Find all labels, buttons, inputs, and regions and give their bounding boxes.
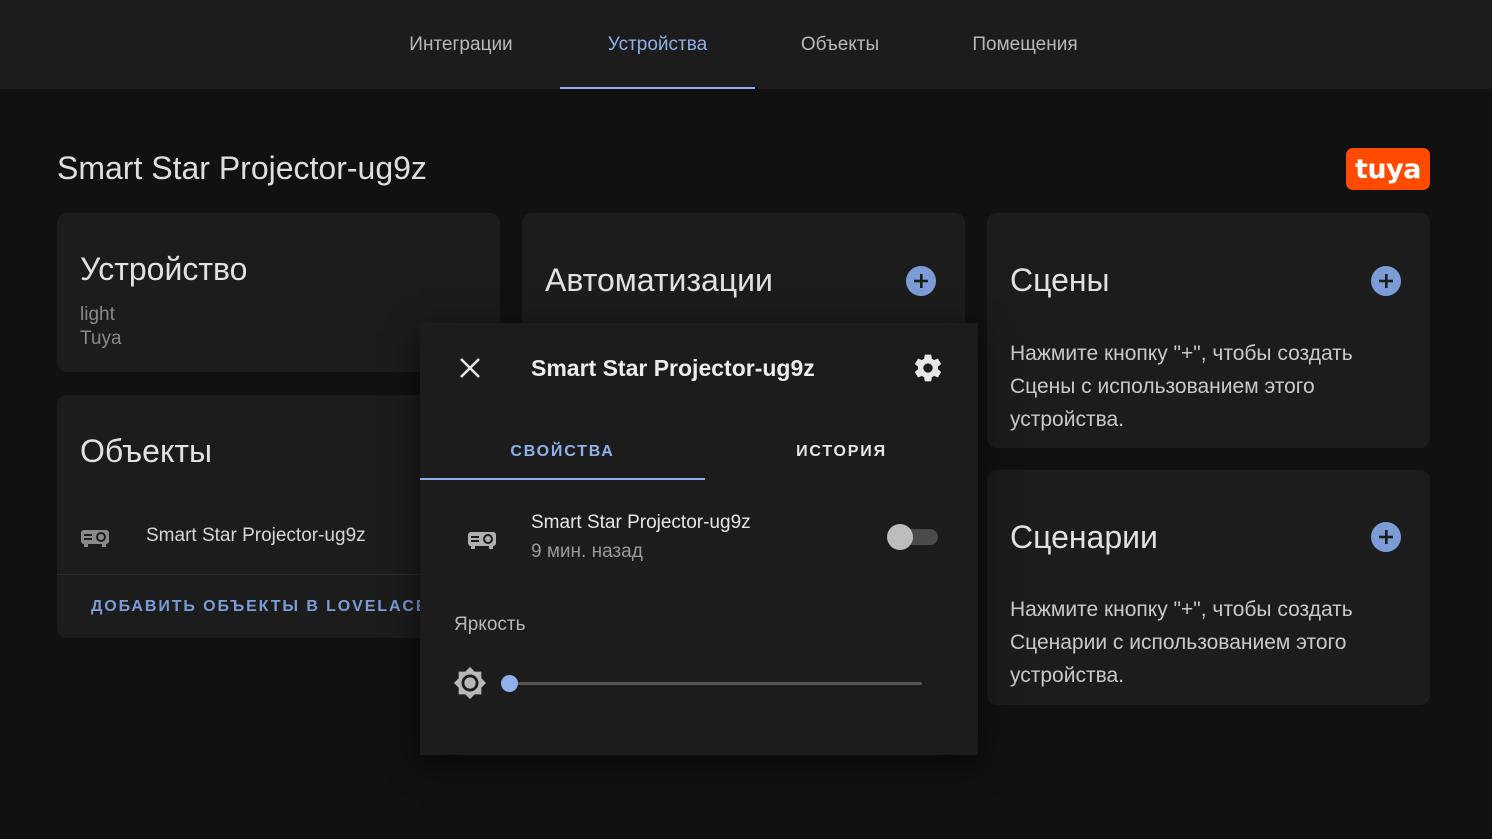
device-manufacturer: Tuya [80, 328, 122, 349]
settings-button[interactable] [912, 352, 944, 384]
last-changed: 9 мин. назад [531, 541, 643, 562]
projector-icon [466, 526, 498, 557]
scenes-card-text: Нажмите кнопку "+", чтобы создать Сцены … [1010, 342, 1353, 431]
projector-icon [79, 524, 111, 555]
scripts-card: Сценарии Нажмите кнопку "+", чтобы созда… [987, 470, 1430, 705]
toggle-thumb [887, 524, 913, 550]
tab-devices[interactable]: Устройства [560, 0, 755, 89]
dialog-title: Smart Star Projector-ug9z [531, 355, 815, 381]
add-script-button[interactable] [1371, 522, 1401, 552]
tab-entities[interactable]: Объекты [780, 0, 900, 89]
entity-more-info-dialog: Smart Star Projector-ug9z СВОЙСТВА ИСТОР… [420, 323, 978, 755]
tab-areas[interactable]: Помещения [950, 0, 1100, 89]
tuya-logo-text: tuya [1355, 153, 1421, 185]
add-to-lovelace-button[interactable]: ДОБАВИТЬ ОБЪЕКТЫ В LOVELACE UI [91, 598, 455, 616]
device-model: light [80, 304, 115, 325]
top-tab-bar: Интеграции Устройства Объекты Помещения [0, 0, 1492, 89]
entity-name: Smart Star Projector-ug9z [146, 525, 366, 546]
plus-icon [1379, 274, 1393, 288]
slider-track [510, 682, 922, 685]
entities-card-title: Объекты [80, 433, 212, 469]
tuya-logo: tuya [1346, 148, 1430, 190]
device-card-title: Устройство [80, 251, 248, 287]
scenes-card-title: Сцены [1010, 262, 1110, 298]
page-title: Smart Star Projector-ug9z [57, 150, 427, 186]
gear-icon [915, 354, 941, 382]
brightness-icon [453, 666, 487, 705]
plus-icon [914, 274, 928, 288]
add-automation-button[interactable] [906, 266, 936, 296]
scripts-card-title: Сценарии [1010, 519, 1158, 555]
add-scene-button[interactable] [1371, 266, 1401, 296]
close-icon [460, 358, 480, 378]
plus-icon [1379, 530, 1393, 544]
close-button[interactable] [456, 354, 484, 382]
tab-history[interactable]: ИСТОРИЯ [705, 423, 978, 480]
automations-card: Автоматизации [522, 213, 965, 333]
dialog-entity-name: Smart Star Projector-ug9z [531, 512, 751, 533]
brightness-label: Яркость [454, 614, 526, 635]
tab-integrations[interactable]: Интеграции [385, 0, 537, 89]
scenes-card: Сцены Нажмите кнопку "+", чтобы создать … [987, 213, 1430, 448]
slider-thumb[interactable] [501, 675, 518, 692]
tab-properties[interactable]: СВОЙСТВА [420, 423, 705, 480]
scripts-card-text: Нажмите кнопку "+", чтобы создать Сценар… [1010, 598, 1353, 687]
automations-card-title: Автоматизации [545, 262, 773, 298]
